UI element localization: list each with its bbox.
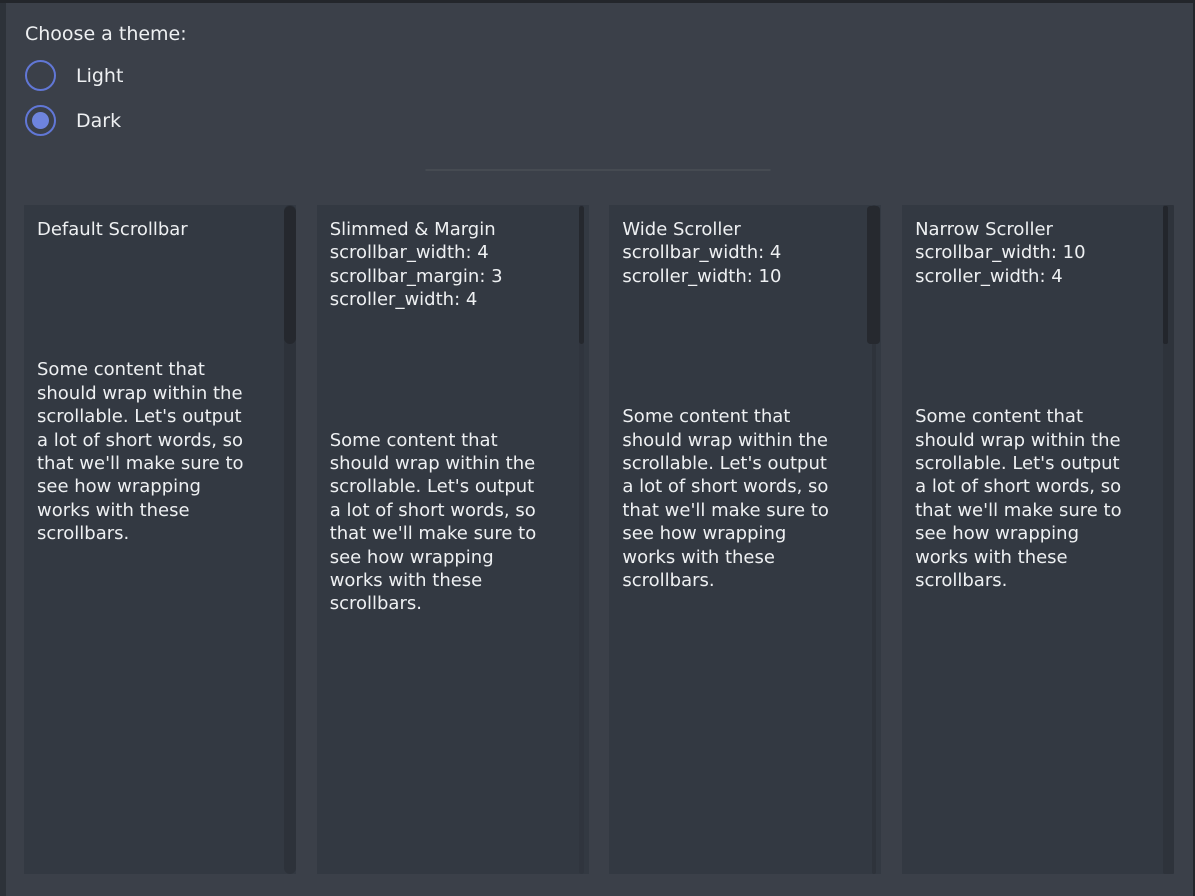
- panel-header: Slimmed & Margin scrollbar_width: 4 scro…: [330, 218, 563, 312]
- panel-header: Narrow Scroller scrollbar_width: 10 scro…: [915, 218, 1148, 288]
- scrollbar-thumb[interactable]: [284, 206, 297, 344]
- scroll-panel-slimmed-margin[interactable]: Slimmed & Margin scrollbar_width: 4 scro…: [317, 205, 589, 874]
- app-window: Choose a theme: Light Dark Default Scrol…: [0, 0, 1195, 896]
- panel-content: Some content that should wrap within the…: [37, 358, 270, 545]
- scrollbar-thumb[interactable]: [1163, 206, 1168, 344]
- radio-option-dark[interactable]: Dark: [25, 105, 121, 136]
- scroll-panel-wide-scroller[interactable]: Wide Scroller scrollbar_width: 4 scrolle…: [609, 205, 881, 874]
- scroll-panel-default[interactable]: Default Scrollbar Some content that shou…: [24, 205, 296, 874]
- section-divider: [425, 169, 770, 171]
- panel-header: Wide Scroller scrollbar_width: 4 scrolle…: [622, 218, 855, 288]
- theme-chooser-label: Choose a theme:: [25, 23, 187, 45]
- panel-content: Some content that should wrap within the…: [330, 429, 563, 616]
- radio-label-dark: Dark: [76, 110, 121, 132]
- scroll-panel-narrow-scroller[interactable]: Narrow Scroller scrollbar_width: 10 scro…: [902, 205, 1174, 874]
- radio-label-light: Light: [76, 65, 123, 87]
- panel-content: Some content that should wrap within the…: [915, 405, 1148, 592]
- radio-selected-dot: [32, 112, 49, 129]
- panel-header: Default Scrollbar: [37, 218, 270, 241]
- radio-option-light[interactable]: Light: [25, 60, 123, 91]
- scrollbar-thumb[interactable]: [867, 206, 880, 344]
- scrollbar-gallery: Default Scrollbar Some content that shou…: [24, 205, 1174, 874]
- panel-content: Some content that should wrap within the…: [622, 405, 855, 592]
- radio-button-dark-icon[interactable]: [25, 105, 56, 136]
- theme-chooser: Choose a theme: Light Dark: [0, 0, 1195, 205]
- radio-button-light-icon[interactable]: [25, 60, 56, 91]
- scrollbar-thumb[interactable]: [579, 206, 584, 344]
